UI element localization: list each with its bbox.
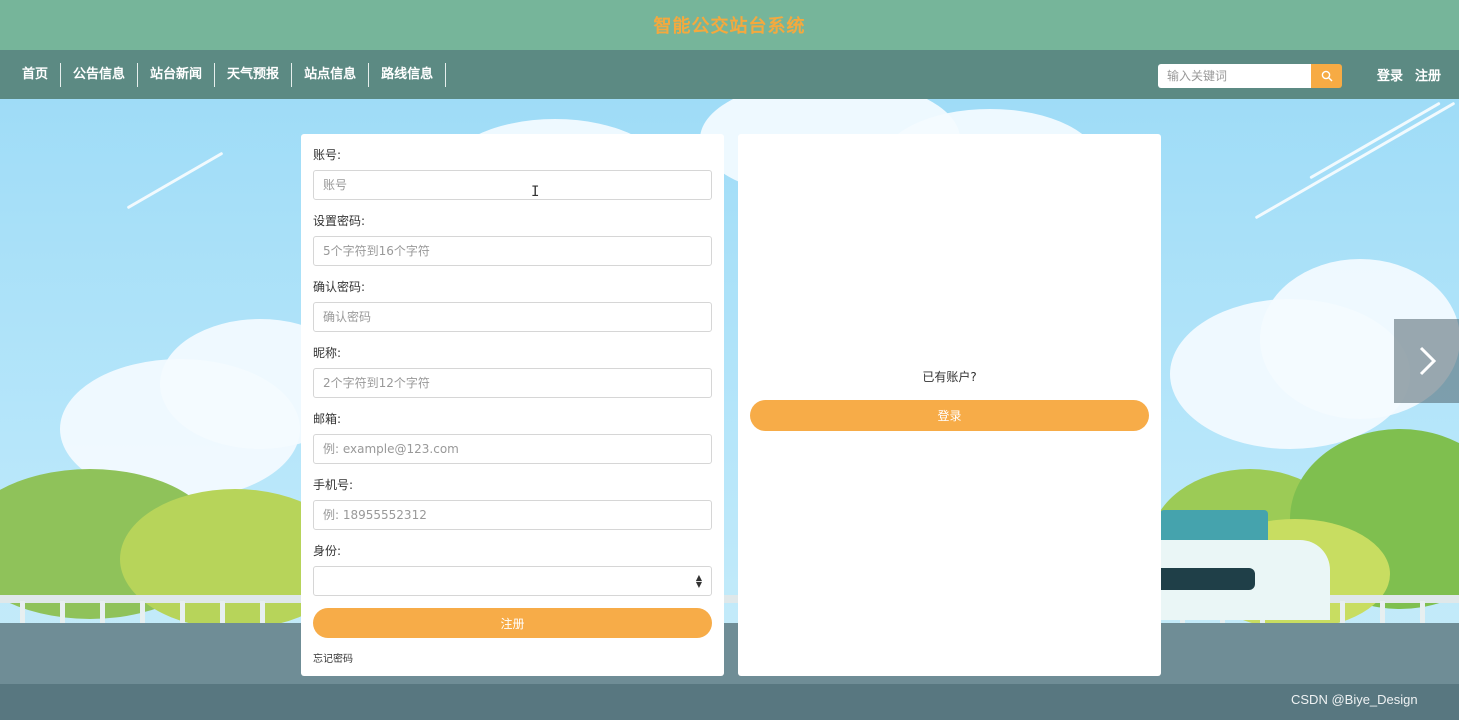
password-label: 设置密码: [313,214,366,228]
chevron-right-icon [1419,346,1436,376]
login-button[interactable]: 登录 [750,400,1149,431]
text-cursor-icon: I [531,184,540,200]
login-card: 已有账户? 登录 [738,134,1161,676]
nav-bar: 首页 公告信息 站台新闻 天气预报 站点信息 路线信息 登录 注册 [0,50,1459,99]
site-title: 智能公交站台系统 [653,16,806,37]
password-input[interactable] [313,236,712,266]
header-login-link[interactable]: 登录 [1377,65,1403,84]
nav-menu: 首页 公告信息 站台新闻 天气预报 站点信息 路线信息 [10,62,447,87]
watermark: CSDN @Biye_Design [1291,692,1418,707]
email-label: 邮箱: [313,412,342,426]
header-register-link[interactable]: 注册 [1415,65,1441,84]
nav-item-announcements[interactable]: 公告信息 [61,62,139,87]
select-arrows-icon: ▲ ▼ [695,573,702,589]
bus-roof-illustration [1160,510,1268,540]
background-scene [0,99,1459,720]
carousel-next-button[interactable] [1394,319,1459,403]
nav-item-stations[interactable]: 站点信息 [292,62,370,87]
search-input[interactable] [1158,64,1311,88]
confirm-password-input[interactable] [313,302,712,332]
register-card: 账号: 设置密码: 确认密码: 昵称: 邮箱: 手机号: 身份: ▲▼ 注册 忘… [301,134,724,676]
nickname-input[interactable] [313,368,712,398]
account-input[interactable] [313,170,712,200]
role-label: 身份: [313,544,342,558]
search-box [1158,64,1342,88]
nav-item-weather[interactable]: 天气预报 [215,62,293,87]
title-bar: 智能公交站台系统 [0,0,1459,50]
account-label: 账号: [313,148,342,162]
nav-item-station-news[interactable]: 站台新闻 [138,62,216,87]
nav-item-routes[interactable]: 路线信息 [369,62,447,87]
nav-item-home[interactable]: 首页 [10,62,62,87]
has-account-prompt: 已有账户? [922,370,977,384]
search-icon [1321,70,1332,82]
phone-label: 手机号: [313,478,354,492]
confirm-password-label: 确认密码: [313,280,366,294]
auth-links: 登录 注册 [1377,50,1453,99]
role-select[interactable]: ▲ ▼ [313,566,712,596]
email-input[interactable] [313,434,712,464]
register-submit-button[interactable]: 注册 [313,608,712,638]
forgot-password-link[interactable]: 忘记密码 [313,650,712,665]
nickname-label: 昵称: [313,346,342,360]
search-button[interactable] [1311,64,1342,88]
phone-input[interactable] [313,500,712,530]
